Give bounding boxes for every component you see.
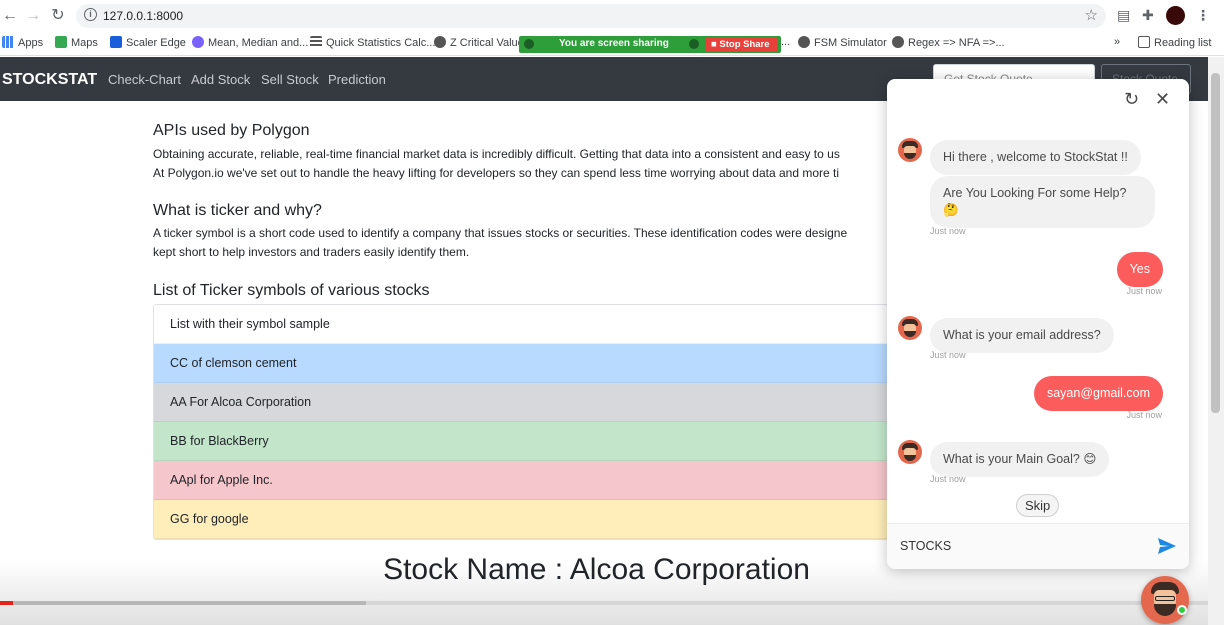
apis-paragraph-line2: At Polygon.io we've set out to handle th…	[153, 166, 840, 180]
bookmark-regex-nfa[interactable]: Regex => NFA =>...	[892, 36, 1005, 49]
bot-message: What is your Main Goal? 😊	[930, 442, 1110, 477]
ticker-heading: What is ticker and why?	[153, 202, 322, 219]
bookmark-overflow[interactable]: ...	[781, 36, 790, 48]
scaler-icon	[110, 36, 122, 48]
ticker-list-heading: List of Ticker symbols of various stocks	[153, 282, 430, 299]
reload-icon[interactable]: ↻	[48, 6, 68, 26]
forward-icon[interactable]: →	[23, 6, 43, 26]
bookmark-quick-stats[interactable]: Quick Statistics Calc...	[310, 36, 435, 49]
bot-avatar	[898, 138, 922, 162]
menu-icon[interactable]: ⋮	[1196, 7, 1210, 24]
message-timestamp: Just now	[930, 474, 966, 484]
chatbot-window: ↻ ✕ Hi there , welcome to StockStat !! A…	[887, 79, 1189, 569]
globe-icon	[434, 36, 446, 48]
bookmark-scaler-edge[interactable]: Scaler Edge	[110, 36, 186, 49]
message-timestamp: Just now	[930, 226, 966, 236]
bookmark-star-icon[interactable]: ☆	[1085, 6, 1098, 24]
video-played-bar	[0, 601, 13, 605]
bookmark-z-critical[interactable]: Z Critical Value	[434, 36, 524, 49]
skip-button[interactable]: Skip	[1016, 494, 1060, 517]
atom-icon	[192, 36, 204, 48]
bot-message: Hi there , welcome to StockStat !!	[930, 140, 1141, 175]
video-buffer-bar	[0, 601, 366, 605]
stop-share-button[interactable]: ■ Stop Share	[705, 37, 777, 52]
apis-paragraph-line1: Obtaining accurate, reliable, real-time …	[153, 147, 840, 161]
bookmark-fsm-simulator[interactable]: FSM Simulator	[798, 36, 887, 49]
list-item: BB for BlackBerry	[154, 422, 912, 461]
bot-message: What is your email address?	[930, 318, 1114, 353]
screen-share-banner: You are screen sharing ■ Stop Share	[519, 36, 781, 53]
ticker-paragraph-line2: kept short to help investors and traders…	[153, 245, 470, 259]
bookmark-mean-median[interactable]: Mean, Median and...	[192, 36, 308, 49]
screen-share-text: You are screen sharing	[559, 38, 669, 49]
ticker-paragraph-line1: A ticker symbol is a short code used to …	[153, 226, 848, 240]
list-item: List with their symbol sample	[154, 305, 912, 344]
brand-logo[interactable]: STOCKSTAT	[2, 71, 97, 89]
bot-avatar	[898, 316, 922, 340]
browser-toolbar: ← → ↻ i 127.0.0.1:8000 ☆ ▤ ✚ ⋮	[0, 0, 1224, 32]
profile-avatar[interactable]	[1166, 6, 1185, 25]
message-timestamp: Just now	[1126, 286, 1162, 296]
reading-list-icon	[1138, 36, 1150, 48]
user-message: sayan@gmail.com	[1033, 376, 1163, 411]
shield-icon	[689, 39, 699, 49]
thinking-emoji-icon: 🤔	[943, 203, 959, 217]
nav-check-chart[interactable]: Check-Chart	[108, 72, 181, 87]
site-info-icon[interactable]: i	[84, 8, 97, 21]
list-item: AA For Alcoa Corporation	[154, 383, 912, 422]
close-icon[interactable]: ✕	[1155, 89, 1170, 110]
scrollbar-thumb[interactable]	[1211, 73, 1220, 413]
chat-input-bar[interactable]: STOCKS	[887, 523, 1189, 569]
send-icon[interactable]	[1158, 538, 1176, 554]
bookmark-apps[interactable]: Apps	[2, 36, 43, 49]
list-item: AApl for Apple Inc.	[154, 461, 912, 500]
phone-icon	[524, 39, 534, 49]
maps-icon	[55, 36, 67, 48]
restart-icon[interactable]: ↻	[1124, 89, 1139, 110]
url-text: 127.0.0.1:8000	[103, 9, 184, 23]
list-icon	[310, 36, 322, 48]
bot-message: Are You Looking For some Help? 🤔	[930, 176, 1155, 228]
reading-list[interactable]: Reading list	[1138, 36, 1211, 49]
media-icon[interactable]: ▤	[1117, 7, 1130, 24]
ticker-list: List with their symbol sample CC of clem…	[153, 304, 913, 540]
online-status-dot	[1177, 605, 1187, 615]
list-item: GG for google	[154, 500, 912, 539]
message-timestamp: Just now	[1126, 410, 1162, 420]
nav-add-stock[interactable]: Add Stock	[191, 72, 250, 87]
chat-input-field[interactable]: STOCKS	[900, 539, 951, 553]
apps-grid-icon	[2, 36, 14, 48]
nav-sell-stock[interactable]: Sell Stock	[261, 72, 319, 87]
globe-icon	[798, 36, 810, 48]
bookmarks-more[interactable]: »	[1114, 36, 1120, 48]
nav-prediction[interactable]: Prediction	[328, 72, 386, 87]
apis-heading: APIs used by Polygon	[153, 122, 310, 139]
list-item: CC of clemson cement	[154, 344, 912, 383]
extensions-icon[interactable]: ✚	[1142, 7, 1154, 24]
globe-icon	[892, 36, 904, 48]
address-bar[interactable]: i 127.0.0.1:8000 ☆	[76, 4, 1106, 28]
message-timestamp: Just now	[930, 350, 966, 360]
chatbot-launcher-avatar[interactable]	[1141, 576, 1189, 624]
bot-avatar	[898, 440, 922, 464]
back-icon[interactable]: ←	[0, 6, 20, 26]
bookmark-maps[interactable]: Maps	[55, 36, 98, 49]
user-message: Yes	[1116, 252, 1163, 287]
